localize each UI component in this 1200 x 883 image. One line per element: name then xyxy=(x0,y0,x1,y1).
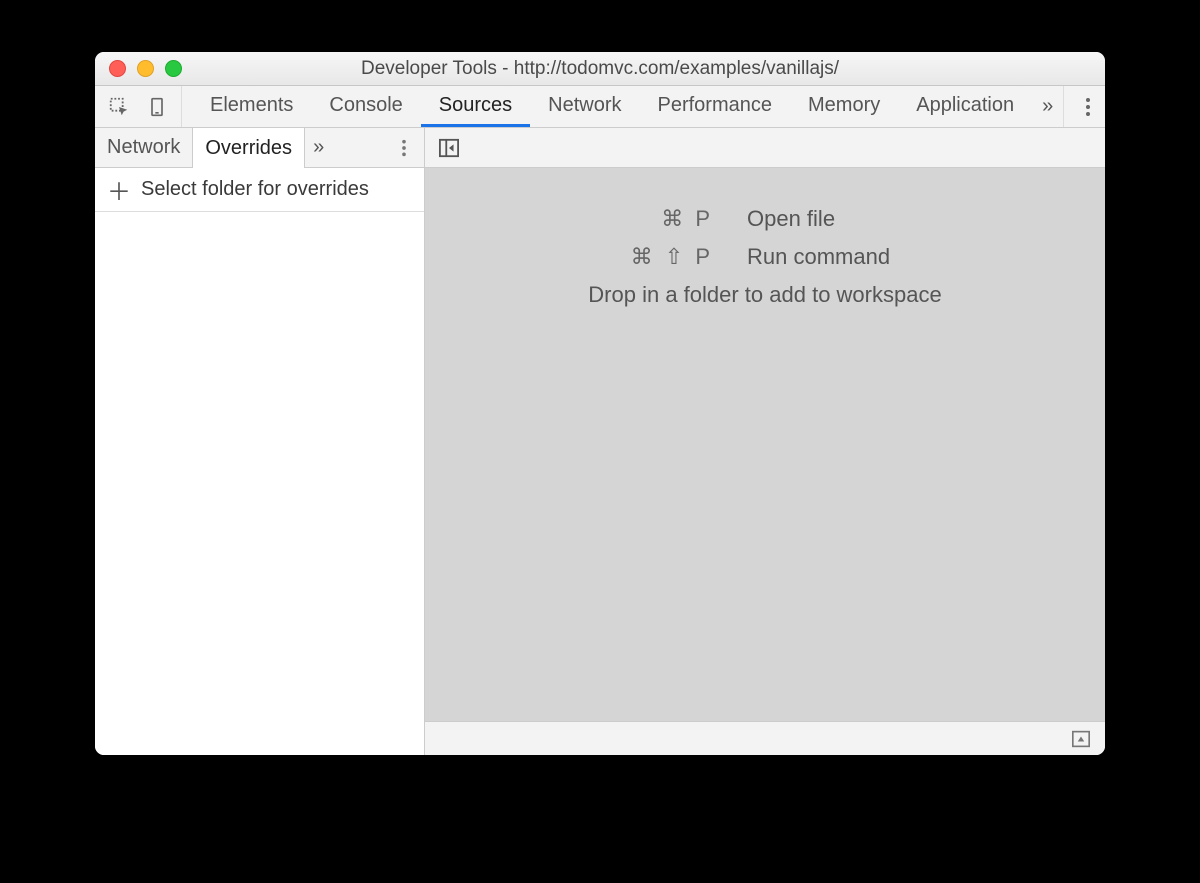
tab-label: Elements xyxy=(210,94,293,117)
sidebar-tabs-right xyxy=(390,128,424,167)
toolbar-left-group xyxy=(95,86,182,127)
shortcut-hints: ⌘ P Open file ⌘ ⇧ P Run command Drop in … xyxy=(425,206,1105,308)
sidebar-tab-label: Overrides xyxy=(205,137,292,160)
tab-label: Sources xyxy=(439,94,512,117)
sidebar-tab-overrides[interactable]: Overrides xyxy=(192,128,305,168)
zoom-window-button[interactable] xyxy=(165,60,182,77)
hint-label: Open file xyxy=(747,206,947,232)
drop-folder-hint: Drop in a folder to add to workspace xyxy=(425,282,1105,308)
hint-keys: ⌘ P xyxy=(583,206,713,232)
tab-network[interactable]: Network xyxy=(530,86,639,127)
tab-memory[interactable]: Memory xyxy=(790,86,898,127)
editor-placeholder[interactable]: ⌘ P Open file ⌘ ⇧ P Run command Drop in … xyxy=(425,168,1105,721)
more-options-icon[interactable] xyxy=(1074,93,1102,121)
select-folder-label: Select folder for overrides xyxy=(141,178,369,201)
editor-top-bar xyxy=(425,128,1105,168)
tabs-overflow-icon[interactable]: » xyxy=(1032,86,1063,127)
hint-open-file: ⌘ P Open file xyxy=(425,206,1105,232)
toolbar-right-group xyxy=(1063,86,1105,127)
panel-tabs: Elements Console Sources Network Perform… xyxy=(182,86,1063,127)
select-folder-button[interactable]: ＋ Select folder for overrides xyxy=(95,168,424,212)
hint-label: Run command xyxy=(747,244,947,270)
inspect-element-icon[interactable] xyxy=(105,93,133,121)
plus-icon: ＋ xyxy=(107,172,131,207)
devtools-window: Developer Tools - http://todomvc.com/exa… xyxy=(95,52,1105,755)
close-window-button[interactable] xyxy=(109,60,126,77)
sources-sidebar: Network Overrides » ＋ xyxy=(95,128,425,755)
sidebar-tab-network[interactable]: Network xyxy=(95,128,192,167)
toggle-navigator-icon[interactable] xyxy=(435,134,463,162)
traffic-lights xyxy=(95,60,182,77)
tab-sources[interactable]: Sources xyxy=(421,86,530,127)
tab-label: Performance xyxy=(658,94,773,117)
hint-run-command: ⌘ ⇧ P Run command xyxy=(425,244,1105,270)
sidebar-tabs: Network Overrides » xyxy=(95,128,424,168)
tab-application[interactable]: Application xyxy=(898,86,1032,127)
minimize-window-button[interactable] xyxy=(137,60,154,77)
sidebar-content: ＋ Select folder for overrides xyxy=(95,168,424,755)
device-toolbar-icon[interactable] xyxy=(143,93,171,121)
tab-label: Memory xyxy=(808,94,880,117)
console-drawer-toggle-icon[interactable] xyxy=(1067,725,1095,753)
tab-label: Console xyxy=(329,94,402,117)
editor-footer xyxy=(425,721,1105,755)
sidebar-more-icon[interactable] xyxy=(390,134,418,162)
titlebar: Developer Tools - http://todomvc.com/exa… xyxy=(95,52,1105,86)
panel-body: Network Overrides » ＋ xyxy=(95,128,1105,755)
drop-folder-text: Drop in a folder to add to workspace xyxy=(588,282,941,308)
window-title: Developer Tools - http://todomvc.com/exa… xyxy=(95,58,1105,80)
tab-console[interactable]: Console xyxy=(311,86,420,127)
tab-label: Network xyxy=(548,94,621,117)
main-toolbar: Elements Console Sources Network Perform… xyxy=(95,86,1105,128)
editor-area: ⌘ P Open file ⌘ ⇧ P Run command Drop in … xyxy=(425,128,1105,755)
sidebar-tab-label: Network xyxy=(107,136,180,159)
hint-keys: ⌘ ⇧ P xyxy=(583,244,713,270)
tab-elements[interactable]: Elements xyxy=(192,86,311,127)
sidebar-tabs-overflow-icon[interactable]: » xyxy=(305,128,332,167)
tab-label: Application xyxy=(916,94,1014,117)
tab-performance[interactable]: Performance xyxy=(640,86,791,127)
